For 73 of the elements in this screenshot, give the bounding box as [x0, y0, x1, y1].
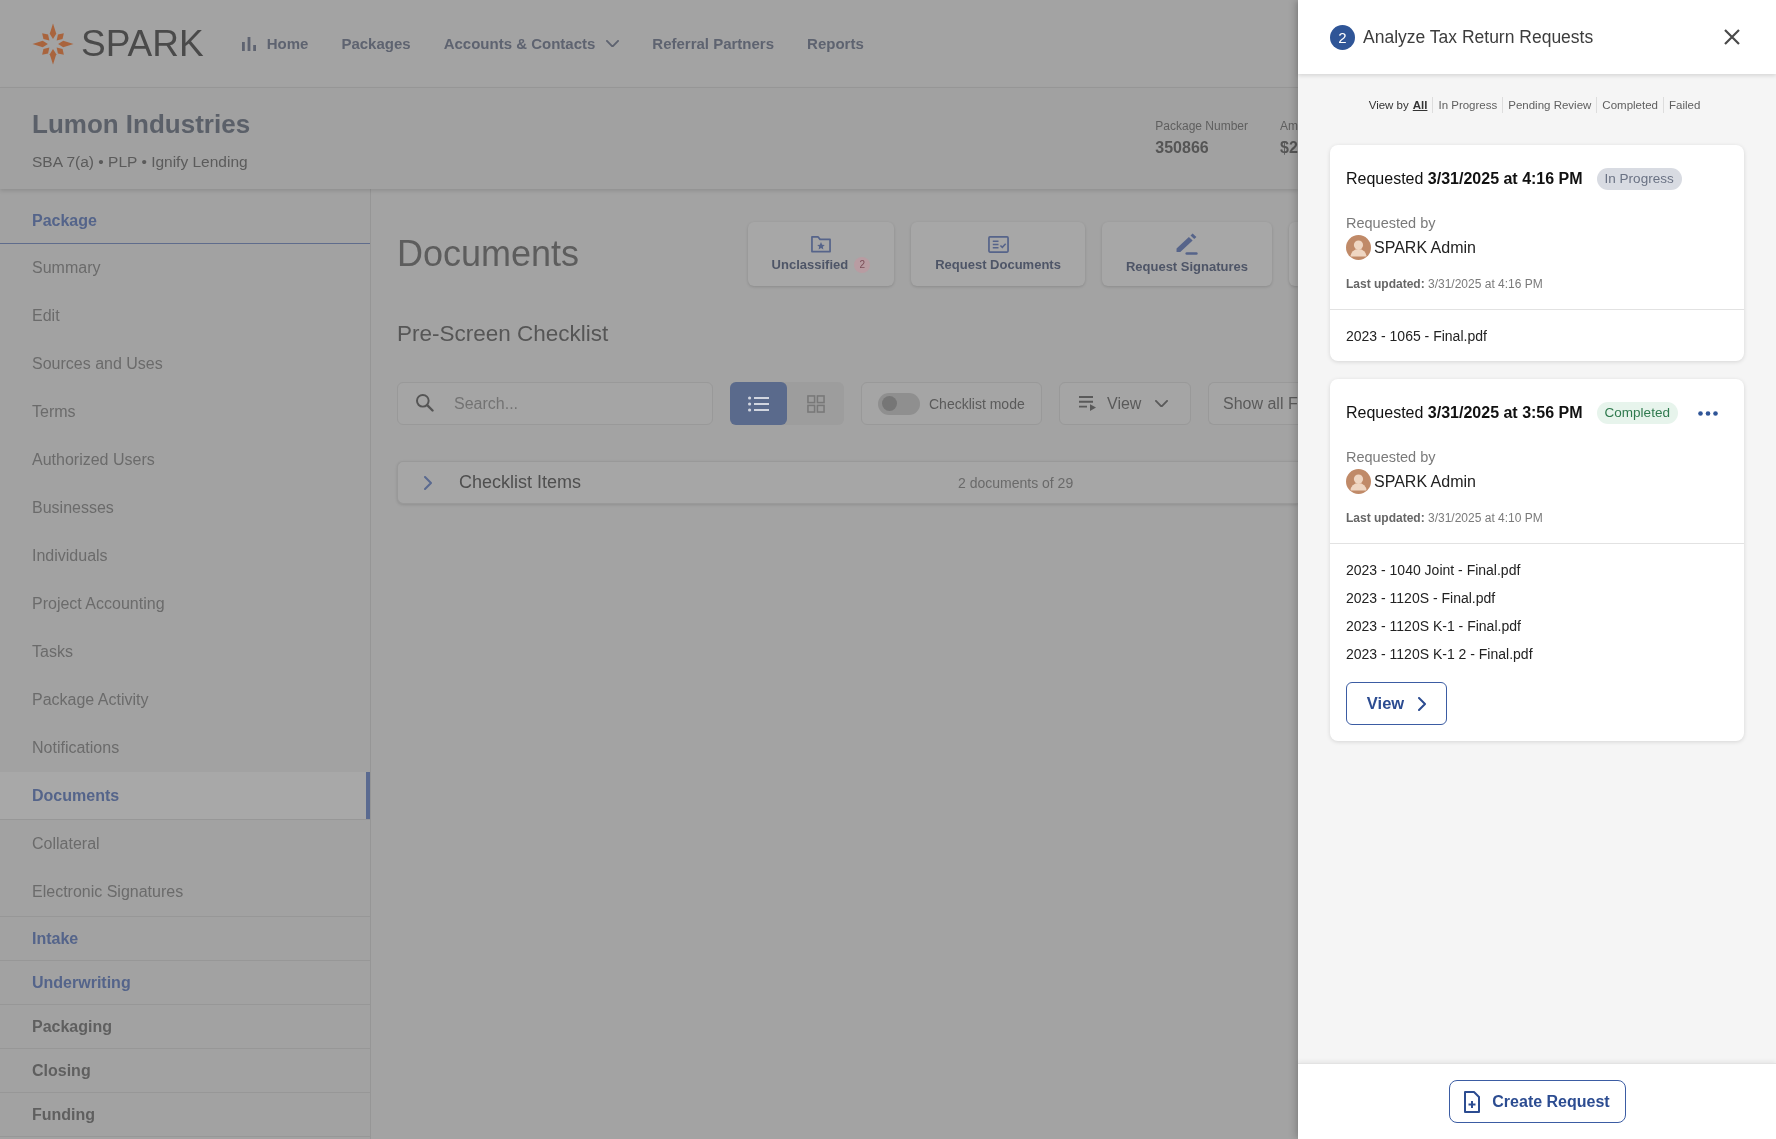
folder-star-icon — [810, 235, 831, 253]
request-title: Requested 3/31/2025 at 4:16 PM — [1346, 170, 1583, 188]
list-view-button[interactable] — [730, 382, 787, 425]
meta-label: Package Number — [1155, 118, 1248, 134]
file-name: 2023 - 1040 Joint - Final.pdf — [1346, 561, 1521, 579]
chevron-down-icon — [606, 39, 620, 48]
filter-link[interactable]: In Progress — [1432, 97, 1503, 113]
last-updated-text: Last updated: 3/31/2025 at 4:16 PM — [1346, 276, 1543, 292]
checklist-icon — [987, 235, 1009, 253]
filter-link[interactable]: Completed — [1596, 97, 1663, 113]
section-heading: Pre-Screen Checklist — [397, 320, 610, 347]
logo[interactable]: SPARK — [32, 22, 204, 65]
view-dropdown[interactable]: View — [1059, 382, 1191, 425]
count-badge: 2 — [1330, 24, 1355, 50]
sidebar-section[interactable]: Intake — [0, 917, 370, 961]
toggle-switch[interactable] — [878, 392, 920, 415]
last-updated-text: Last updated: 3/31/2025 at 4:10 PM — [1346, 510, 1543, 526]
filter-link[interactable]: Failed — [1663, 97, 1706, 113]
requester-name: SPARK Admin — [1374, 472, 1476, 491]
pen-icon — [1175, 233, 1198, 255]
sidebar-item[interactable]: Documents — [0, 772, 370, 820]
meta-value: $2 — [1280, 138, 1298, 158]
nav-link[interactable]: Referral Partners — [652, 33, 775, 54]
group-title: Checklist Items — [459, 472, 582, 493]
nav-link[interactable]: Packages — [341, 33, 411, 54]
nav-link[interactable]: Accounts & Contacts — [443, 33, 620, 54]
status-badge: In Progress — [1596, 168, 1682, 190]
company-title: Lumon Industries — [32, 108, 251, 140]
nav-link[interactable]: Reports — [807, 33, 864, 54]
close-icon[interactable] — [1724, 29, 1740, 45]
filter-link[interactable]: Pending Review — [1502, 97, 1597, 113]
action-button[interactable]: Request Signatures — [1101, 222, 1272, 286]
file-name: 2023 - 1065 - Final.pdf — [1346, 327, 1487, 345]
starburst-icon — [32, 22, 74, 65]
action-button[interactable]: Request Documents — [911, 222, 1085, 286]
create-request-button[interactable]: Create Request — [1448, 1080, 1626, 1123]
list-icon — [748, 395, 769, 412]
file-name: 2023 - 1120S - Final.pdf — [1346, 589, 1496, 607]
filter-link[interactable]: All — [1412, 97, 1433, 113]
sidebar-section[interactable]: Underwriting — [0, 961, 370, 1005]
avatar-icon — [1346, 469, 1371, 494]
filter-label: View by — [1368, 98, 1409, 113]
checklist-mode-control[interactable]: Checklist mode — [861, 382, 1042, 425]
request-title: Requested 3/31/2025 at 3:56 PM — [1346, 404, 1583, 422]
grid-icon — [806, 394, 825, 413]
file-name: 2023 - 1120S K-1 - Final.pdf — [1346, 617, 1521, 635]
nav-link[interactable]: Home — [241, 33, 309, 54]
more-icon[interactable] — [1698, 410, 1718, 416]
chevron-right-icon[interactable] — [424, 475, 432, 490]
requested-by-label: Requested by — [1346, 448, 1436, 466]
checklist-group-row[interactable]: Checklist Items 2 documents of 29 — [397, 461, 1298, 504]
status-badge: Completed — [1596, 402, 1678, 424]
page-heading: Documents — [397, 233, 580, 275]
avatar-icon — [1346, 235, 1371, 260]
chevron-right-icon — [1418, 696, 1427, 711]
action-button[interactable]: Unclassified 2 — [747, 222, 895, 286]
count-badge: 2 — [854, 256, 871, 273]
requester-name: SPARK Admin — [1374, 238, 1476, 257]
package-subtitle: SBA 7(a) • PLP • Ignify Lending — [32, 152, 249, 172]
chart-icon — [241, 36, 256, 51]
show-all-button[interactable]: Show all F — [1208, 382, 1298, 425]
group-count: 2 documents of 29 — [958, 474, 1074, 491]
file-name: 2023 - 1120S K-1 2 - Final.pdf — [1346, 645, 1533, 663]
playlist-icon — [1079, 396, 1096, 411]
search-icon — [416, 394, 434, 412]
sidebar-section[interactable]: Package — [0, 189, 370, 244]
requested-by-label: Requested by — [1346, 214, 1436, 232]
panel-title: Analyze Tax Return Requests — [1363, 26, 1594, 48]
view-button[interactable]: View — [1346, 682, 1447, 725]
chevron-down-icon — [1155, 399, 1169, 408]
meta-label: Am — [1280, 118, 1298, 134]
meta-value: 350866 — [1155, 138, 1209, 158]
file-plus-icon — [1464, 1090, 1481, 1113]
